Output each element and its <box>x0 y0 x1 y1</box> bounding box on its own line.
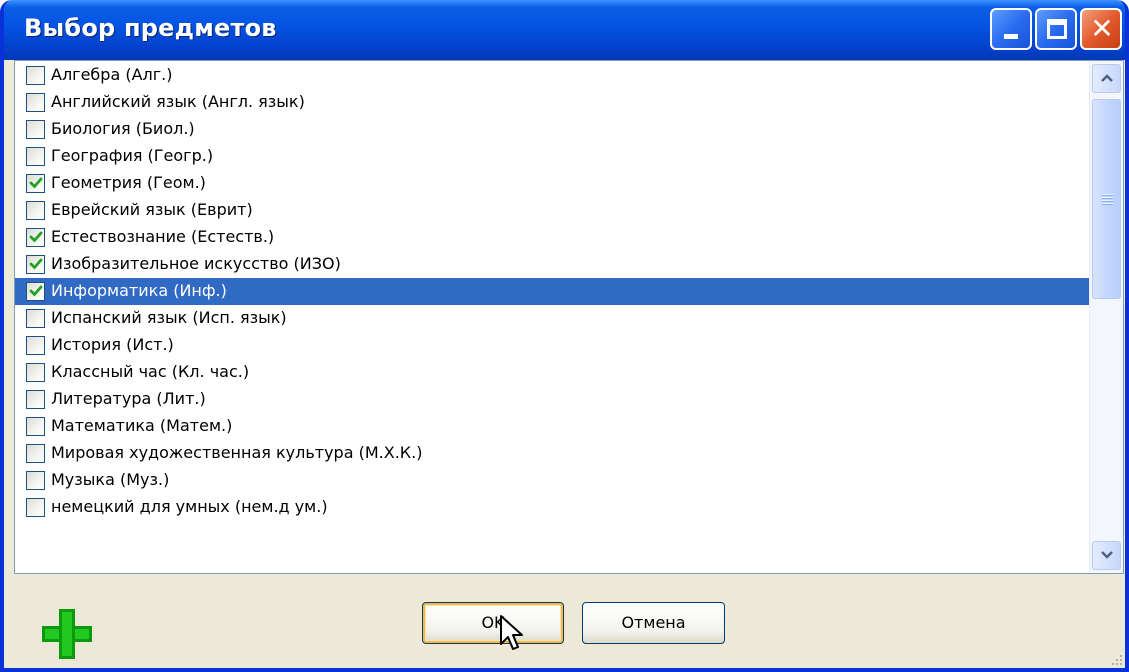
window-title: Выбор предметов <box>24 14 277 42</box>
subject-checkbox[interactable] <box>26 336 45 355</box>
subject-label: История (Ист.) <box>51 335 174 354</box>
subject-label: Музыка (Муз.) <box>51 470 170 489</box>
subject-checkbox[interactable] <box>26 228 45 247</box>
subject-checkbox[interactable] <box>26 363 45 382</box>
subject-checkbox[interactable] <box>26 471 45 490</box>
subject-label: Литература (Лит.) <box>51 389 206 408</box>
checkmark-icon <box>29 231 43 243</box>
subject-label: Естествознание (Естеств.) <box>51 227 275 246</box>
checkmark-icon <box>29 177 43 189</box>
plus-icon[interactable] <box>42 609 92 659</box>
subject-checkbox[interactable] <box>26 390 45 409</box>
subject-label: Геометрия (Геом.) <box>51 173 206 192</box>
subject-list-items: Алгебра (Алг.) Английский язык (Англ. язы… <box>15 62 1091 521</box>
subject-list-item[interactable]: Биология (Биол.) <box>15 116 1091 143</box>
checkmark-icon <box>29 285 43 297</box>
subject-checkbox[interactable] <box>26 66 45 85</box>
subject-checkbox[interactable] <box>26 174 45 193</box>
chevron-down-icon <box>1101 551 1113 559</box>
subject-checkbox[interactable] <box>26 444 45 463</box>
title-bar[interactable]: Выбор предметов ✕ <box>4 0 1125 60</box>
grip-icon <box>1102 194 1113 205</box>
subject-list-item[interactable]: Еврейский язык (Еврит) <box>15 197 1091 224</box>
subject-label: Мировая художественная культура (М.Х.К.) <box>51 443 423 462</box>
scroll-thumb[interactable] <box>1092 99 1121 299</box>
maximize-icon <box>1047 19 1067 39</box>
subject-checkbox[interactable] <box>26 282 45 301</box>
resize-grip-icon[interactable] <box>1109 652 1123 666</box>
subject-list-item[interactable]: Алгебра (Алг.) <box>15 62 1091 89</box>
subject-list-item[interactable]: Естествознание (Естеств.) <box>15 224 1091 251</box>
cancel-button[interactable]: Отмена <box>582 602 725 644</box>
subject-list-item[interactable]: География (Геогр.) <box>15 143 1091 170</box>
vertical-scrollbar[interactable] <box>1089 61 1123 573</box>
subject-checkbox[interactable] <box>26 120 45 139</box>
close-button[interactable]: ✕ <box>1080 8 1122 50</box>
dialog-footer: OK Отмена <box>4 578 1125 668</box>
subject-label: Английский язык (Англ. язык) <box>51 92 305 111</box>
subject-list-item[interactable]: Испанский язык (Исп. язык) <box>15 305 1091 332</box>
subject-list-item[interactable]: Классный час (Кл. час.) <box>15 359 1091 386</box>
subject-checkbox[interactable] <box>26 93 45 112</box>
subject-list-item[interactable]: немецкий для умных (нем.д ум.) <box>15 494 1091 521</box>
subject-list-item[interactable]: Музыка (Муз.) <box>15 467 1091 494</box>
subject-list-item[interactable]: История (Ист.) <box>15 332 1091 359</box>
subject-checkbox[interactable] <box>26 255 45 274</box>
close-icon: ✕ <box>1090 12 1114 45</box>
subject-checkbox[interactable] <box>26 309 45 328</box>
scroll-up-button[interactable] <box>1092 64 1121 93</box>
subject-label: Классный час (Кл. час.) <box>51 362 250 381</box>
subject-list-item[interactable]: Изобразительное искусство (ИЗО) <box>15 251 1091 278</box>
subject-label: Математика (Матем.) <box>51 416 233 435</box>
subject-label: Испанский язык (Исп. язык) <box>51 308 287 327</box>
subject-label: География (Геогр.) <box>51 146 214 165</box>
subject-list-item[interactable]: Мировая художественная культура (М.Х.К.) <box>15 440 1091 467</box>
subject-checkbox[interactable] <box>26 498 45 517</box>
subject-checkbox[interactable] <box>26 147 45 166</box>
subject-selection-window: Выбор предметов ✕ Алгебра (Алг.) Английск… <box>0 0 1129 672</box>
subject-list-item[interactable]: Информатика (Инф.) <box>15 278 1091 305</box>
subject-label: немецкий для умных (нем.д ум.) <box>51 497 328 516</box>
minimize-icon <box>1004 34 1018 39</box>
mouse-pointer-icon <box>500 615 523 650</box>
checkmark-icon <box>29 258 43 270</box>
subject-list[interactable]: Алгебра (Алг.) Английский язык (Англ. язы… <box>14 60 1124 574</box>
subject-list-item[interactable]: Математика (Матем.) <box>15 413 1091 440</box>
subject-list-item[interactable]: Литература (Лит.) <box>15 386 1091 413</box>
subject-label: Информатика (Инф.) <box>51 281 227 300</box>
subject-label: Еврейский язык (Еврит) <box>51 200 253 219</box>
subject-list-item[interactable]: Английский язык (Англ. язык) <box>15 89 1091 116</box>
subject-label: Биология (Биол.) <box>51 119 195 138</box>
subject-list-item[interactable]: Геометрия (Геом.) <box>15 170 1091 197</box>
subject-checkbox[interactable] <box>26 201 45 220</box>
ok-button[interactable]: OK <box>422 602 564 644</box>
maximize-button[interactable] <box>1035 8 1077 50</box>
scroll-down-button[interactable] <box>1092 541 1121 570</box>
subject-checkbox[interactable] <box>26 417 45 436</box>
subject-label: Изобразительное искусство (ИЗО) <box>51 254 341 273</box>
subject-label: Алгебра (Алг.) <box>51 65 173 84</box>
minimize-button[interactable] <box>990 8 1032 50</box>
chevron-up-icon <box>1101 74 1113 82</box>
